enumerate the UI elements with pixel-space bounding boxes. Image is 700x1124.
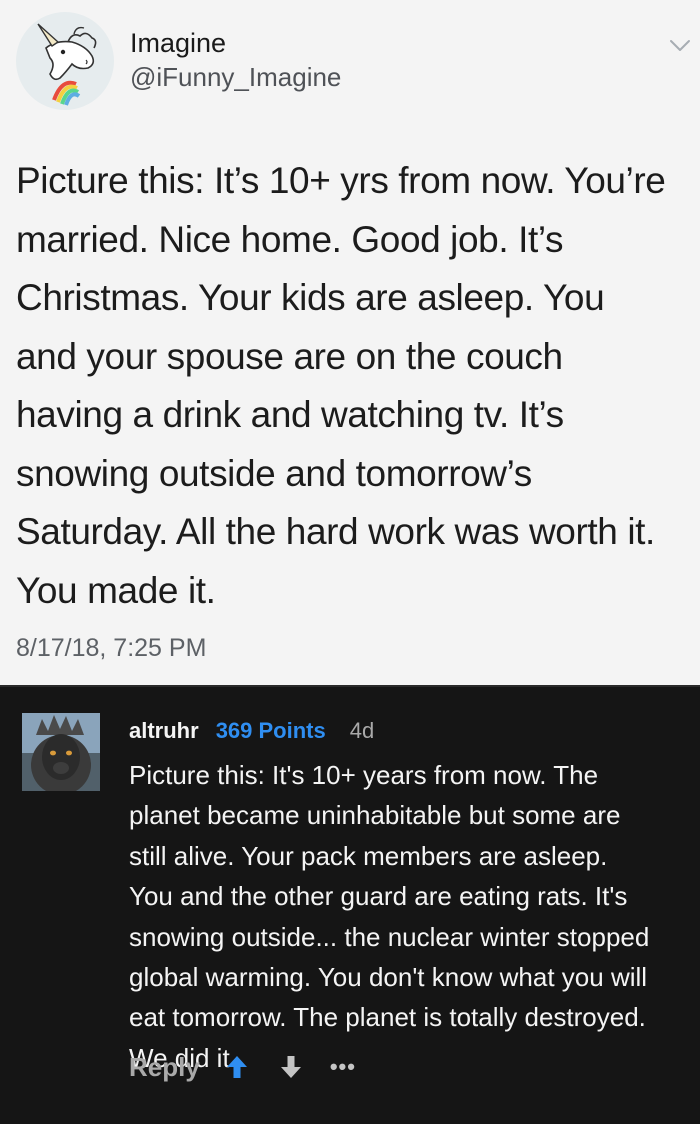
comment-age: 4d [349,718,375,743]
comment-username[interactable]: altruhr [129,718,199,744]
tweet-card: Imagine @iFunny_Imagine Picture this: It… [0,0,700,685]
tweet-timestamp: 8/17/18, 7:25 PM [16,634,207,662]
monkey-icon [22,713,100,791]
comment-card: altruhr 369 Points 4d Picture this: It's… [0,685,700,1124]
display-name[interactable]: Imagine [130,28,226,59]
comment-meta: altruhr 369 Points 4d [129,718,374,748]
divider [0,685,700,687]
reply-button[interactable]: Reply [129,1052,200,1083]
arrow-up-icon[interactable] [224,1054,250,1080]
unicorn-icon [37,23,97,106]
more-options-icon[interactable]: ••• [330,1054,356,1080]
chevron-down-icon[interactable] [668,34,692,56]
user-handle[interactable]: @iFunny_Imagine [130,62,341,93]
arrow-down-icon[interactable] [278,1054,304,1080]
comment-points: 369 Points [215,718,326,743]
commenter-avatar[interactable] [22,713,100,791]
comment-text: Picture this: It's 10+ years from now. T… [129,760,650,1073]
tweet-text: Picture this: It’s 10+ yrs from now. You… [16,160,666,611]
comment-actions: Reply ••• [129,1049,356,1085]
profile-avatar[interactable] [16,12,114,110]
